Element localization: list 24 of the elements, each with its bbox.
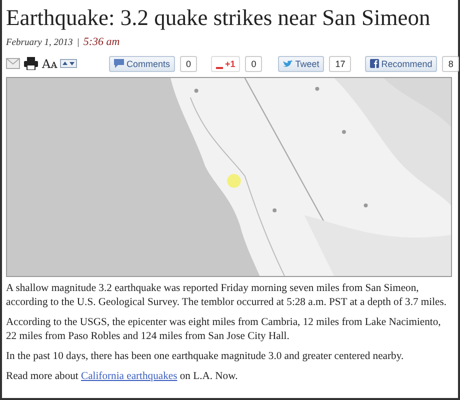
paragraph: A shallow magnitude 3.2 earthquake was reported Friday morning seven miles from San Simeon, according to the U.S. Geological Survey. The temblor occurred at 5:28 a.m. PST at a depth of 3.7 miles.	[6, 282, 448, 310]
tweet-button[interactable]: Tweet	[278, 56, 324, 72]
article-date: February 1, 2013	[6, 38, 73, 48]
arrow-up-down-icon[interactable]	[60, 59, 78, 68]
print-icon[interactable]	[24, 57, 38, 70]
headline: Earthquake: 3.2 quake strikes near San Simeon	[6, 4, 432, 32]
paragraph: In the past 10 days, there has been one earthquake magnitude 3.0 and greater centered nearby.	[6, 350, 405, 364]
paragraph-text: on L.A. Now.	[178, 370, 238, 382]
share-count: 0	[245, 56, 262, 72]
facebook-icon	[370, 59, 380, 68]
share-count: 8	[442, 56, 460, 72]
speech-bubble-icon	[114, 59, 124, 68]
paragraph: According to the USGS, the epicenter was eight miles from Cambria, 12 miles from Lake Nacimiento, 22 miles from Paso Robles and 124 miles from San Jose City Hall.	[6, 316, 442, 344]
font-size-control[interactable]: Aᴀ	[42, 54, 58, 72]
gplus-button[interactable]: +1	[210, 56, 240, 72]
paragraph-text: Read more about	[6, 370, 80, 382]
article-link[interactable]: California earthquakes	[81, 370, 178, 382]
date-separator: |	[76, 38, 80, 48]
share-count: 0	[180, 56, 197, 72]
bird-icon	[283, 60, 294, 68]
comments-button[interactable]: Comments	[109, 56, 175, 72]
article-time: 5:36 am	[83, 36, 120, 48]
facebook-button[interactable]: Recommend	[365, 56, 438, 72]
share-count: 17	[329, 56, 352, 72]
